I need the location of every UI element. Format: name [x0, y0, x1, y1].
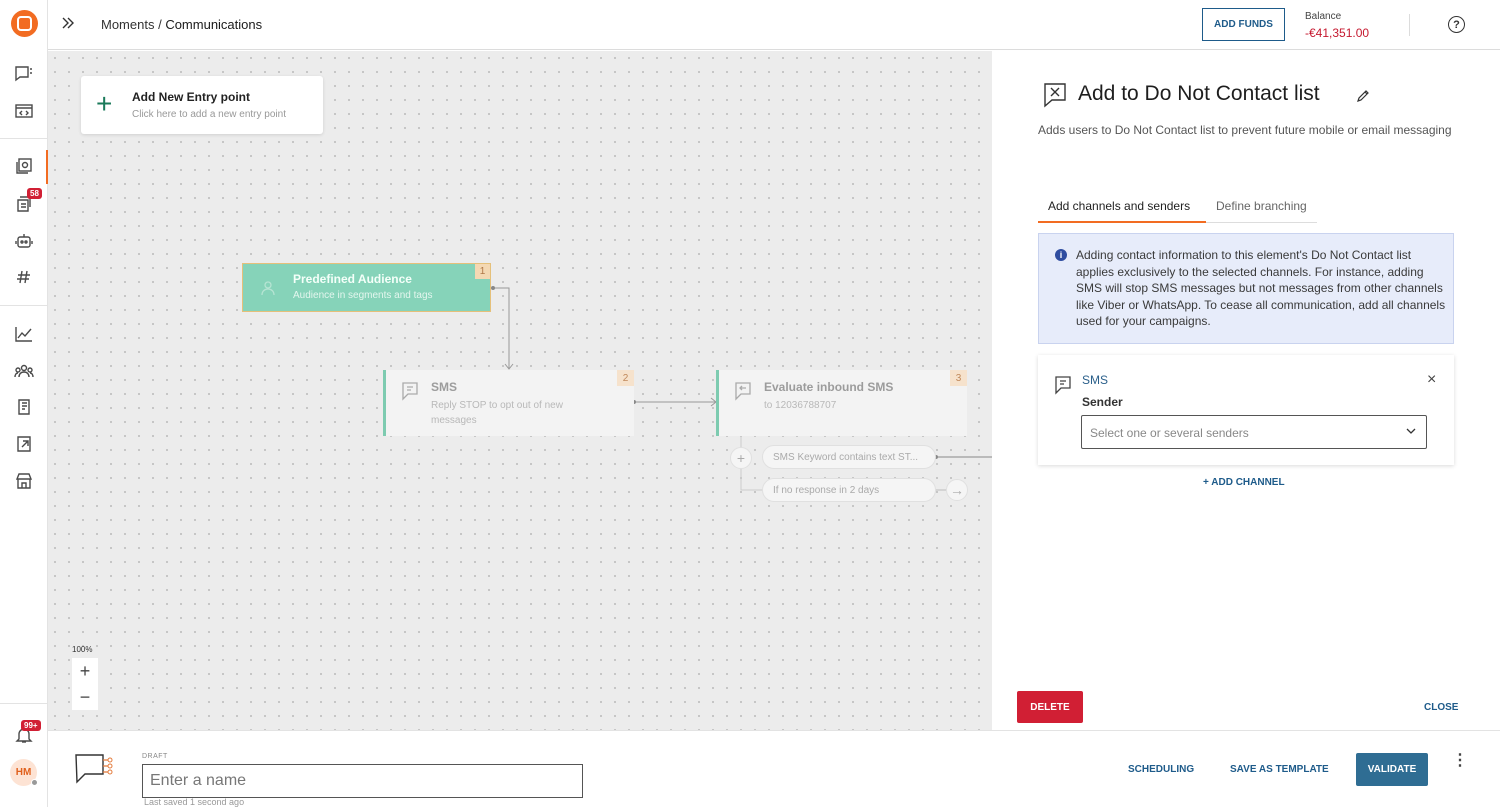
help-icon[interactable]: ? — [1448, 16, 1465, 33]
delete-button[interactable]: DELETE — [1017, 691, 1083, 723]
code-window-icon[interactable] — [14, 102, 34, 120]
zoom-out-button[interactable]: − — [72, 684, 98, 710]
zoom-in-button[interactable]: + — [72, 658, 98, 684]
close-icon[interactable]: × — [1427, 371, 1436, 389]
top-header: Moments / Communications ADD FUNDS Balan… — [48, 0, 1500, 50]
rail-divider — [0, 305, 47, 306]
save-as-template-button[interactable]: SAVE AS TEMPLATE — [1230, 764, 1329, 775]
moments-icon[interactable] — [14, 157, 34, 175]
node-title: SMS — [431, 380, 458, 394]
breadcrumb-root[interactable]: Moments — [101, 17, 154, 32]
sender-select[interactable]: Select one or several senders — [1081, 415, 1427, 449]
sms-icon — [400, 380, 420, 402]
tab-define-branching[interactable]: Define branching — [1206, 197, 1317, 223]
bot-icon[interactable] — [14, 232, 34, 250]
validate-button[interactable]: VALIDATE — [1356, 753, 1428, 786]
flow-canvas[interactable]: + Add New Entry point Click here to add … — [48, 51, 992, 730]
info-banner: i Adding contact information to this ele… — [1038, 233, 1454, 344]
sender-label: Sender — [1082, 395, 1123, 409]
analytics-icon[interactable] — [14, 325, 34, 343]
node-number: 2 — [617, 370, 634, 386]
node-title: Predefined Audience — [293, 272, 412, 286]
people-icon[interactable] — [14, 362, 34, 380]
branch-no-response[interactable]: If no response in 2 days — [762, 478, 936, 502]
node-title: Evaluate inbound SMS — [764, 380, 894, 394]
bottom-toolbar: DRAFT Last saved 1 second ago SCHEDULING… — [48, 730, 1500, 807]
sms-icon — [1054, 374, 1072, 396]
balance-value: -€41,351.00 — [1305, 26, 1370, 40]
rail-divider — [0, 138, 47, 139]
scheduling-button[interactable]: SCHEDULING — [1128, 764, 1194, 775]
status-dot — [31, 779, 38, 786]
channel-name: SMS — [1082, 373, 1109, 387]
add-branch-icon[interactable]: + — [730, 447, 752, 469]
node-subtitle: Reply STOP to opt out of new messages — [431, 400, 563, 426]
add-funds-button[interactable]: ADD FUNDS — [1202, 8, 1285, 41]
breadcrumb: Moments / Communications — [101, 17, 262, 32]
panel-title: Add to Do Not Contact list — [1078, 82, 1320, 105]
element-settings-panel: Add to Do Not Contact list Adds users to… — [992, 51, 1500, 730]
hashtag-icon[interactable] — [14, 268, 34, 286]
chevron-down-icon — [1406, 428, 1416, 434]
close-button[interactable]: CLOSE — [1424, 702, 1458, 713]
node-subtitle: Audience in segments and tags — [293, 290, 433, 301]
notifications-badge: 99+ — [21, 720, 41, 731]
do-not-contact-icon — [1043, 82, 1067, 108]
conversations-badge: 58 — [27, 188, 42, 199]
docs-icon[interactable] — [14, 398, 34, 416]
name-input[interactable] — [142, 764, 583, 798]
sender-placeholder: Select one or several senders — [1090, 426, 1249, 440]
rail-divider — [0, 703, 47, 704]
balance-label: Balance — [1305, 11, 1342, 22]
communication-flow-icon — [75, 754, 113, 784]
last-saved-text: Last saved 1 second ago — [144, 797, 245, 807]
node-number: 3 — [950, 370, 967, 386]
breadcrumb-current: Communications — [165, 17, 263, 32]
channel-card: SMS × Sender Select one or several sende… — [1038, 355, 1454, 465]
inbound-sms-icon — [733, 380, 753, 402]
add-channel-button[interactable]: + ADD CHANNEL — [1203, 477, 1285, 488]
zoom-level: 100% — [72, 645, 93, 654]
predefined-audience-node[interactable]: Predefined Audience Audience in segments… — [242, 263, 491, 312]
info-icon: i — [1055, 249, 1067, 261]
panel-description: Adds users to Do Not Contact list to pre… — [1038, 123, 1452, 137]
header-divider — [1409, 14, 1410, 36]
node-subtitle: to 12036788707 — [764, 400, 837, 411]
info-text: Adding contact information to this eleme… — [1076, 248, 1446, 329]
evaluate-inbound-node[interactable]: Evaluate inbound SMS to 12036788707 3 — [716, 370, 967, 436]
sms-node[interactable]: SMS Reply STOP to opt out of new message… — [383, 370, 634, 436]
exports-icon[interactable] — [14, 435, 34, 453]
store-icon[interactable] — [14, 472, 34, 490]
more-options-icon[interactable]: ⋮ — [1452, 753, 1468, 769]
branch-keyword[interactable]: SMS Keyword contains text ST... — [762, 445, 936, 469]
breadcrumb-separator: / — [154, 17, 166, 32]
brand-logo[interactable] — [11, 10, 38, 37]
left-nav-rail: 58 99+ HM — [0, 0, 48, 807]
tab-add-channels[interactable]: Add channels and senders — [1038, 197, 1206, 223]
zoom-controls: 100% + − — [72, 645, 98, 710]
arrow-right-icon[interactable]: → — [946, 479, 968, 501]
draft-label: DRAFT — [142, 753, 168, 760]
audience-icon — [261, 281, 275, 296]
pencil-icon[interactable] — [1356, 89, 1370, 103]
chat-icon[interactable] — [14, 65, 34, 83]
node-number: 1 — [475, 264, 490, 279]
expand-sidebar-icon[interactable] — [60, 15, 76, 31]
